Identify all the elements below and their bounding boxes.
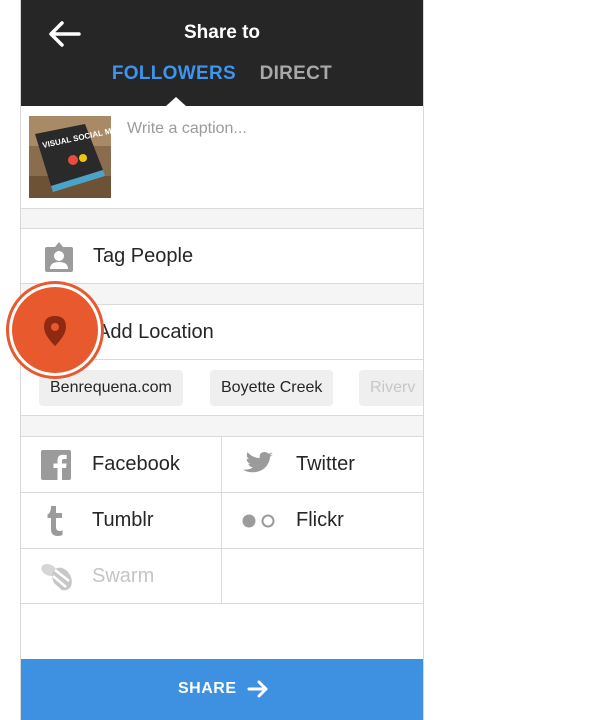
tag-person-icon [45, 242, 73, 272]
flickr-icon [242, 514, 275, 528]
location-suggestions: Benrequena.com Boyette Creek Riverv [21, 360, 423, 416]
location-chip[interactable]: Benrequena.com [39, 370, 183, 406]
empty-cell [222, 549, 423, 605]
social-share-grid: Facebook Twitter Tumblr Flickr Swarm [21, 436, 423, 604]
active-tab-indicator [166, 97, 186, 106]
flickr-label: Flickr [296, 509, 344, 531]
location-pin-icon [44, 316, 66, 346]
tag-people-row[interactable]: Tag People [21, 229, 423, 284]
add-location-label: Add Location [97, 321, 214, 343]
header-bar: Share to FOLLOWERS DIRECT [21, 0, 423, 106]
share-flickr[interactable]: Flickr [222, 493, 423, 549]
section-divider [21, 208, 423, 229]
page-title: Share to [183, 22, 261, 43]
swarm-label: Swarm [92, 565, 155, 587]
share-button[interactable]: SHARE [21, 659, 423, 720]
caption-input[interactable] [127, 120, 407, 138]
swarm-icon [41, 563, 72, 591]
arrow-right-icon [247, 680, 268, 698]
section-divider [21, 416, 423, 436]
share-tumblr[interactable]: Tumblr [21, 493, 221, 549]
share-twitter[interactable]: Twitter [222, 437, 423, 493]
twitter-icon [243, 452, 273, 473]
share-tabs: FOLLOWERS DIRECT [21, 63, 423, 85]
location-chip[interactable]: Boyette Creek [210, 370, 334, 406]
facebook-label: Facebook [92, 453, 180, 475]
share-facebook[interactable]: Facebook [21, 437, 221, 493]
tag-people-label: Tag People [93, 245, 194, 267]
tab-direct[interactable]: DIRECT [260, 63, 333, 85]
location-chip[interactable]: Riverv [359, 370, 423, 406]
share-label: SHARE [178, 680, 237, 697]
location-pin-highlight[interactable] [12, 287, 98, 373]
post-thumbnail: VISUAL SOCIAL MEDIA [29, 116, 111, 198]
caption-section: VISUAL SOCIAL MEDIA [21, 106, 423, 208]
tumblr-label: Tumblr [92, 509, 154, 531]
facebook-icon [41, 450, 71, 480]
share-swarm[interactable]: Swarm [21, 549, 221, 605]
tab-followers[interactable]: FOLLOWERS [112, 63, 236, 85]
twitter-label: Twitter [296, 453, 355, 475]
tumblr-icon [47, 506, 63, 536]
